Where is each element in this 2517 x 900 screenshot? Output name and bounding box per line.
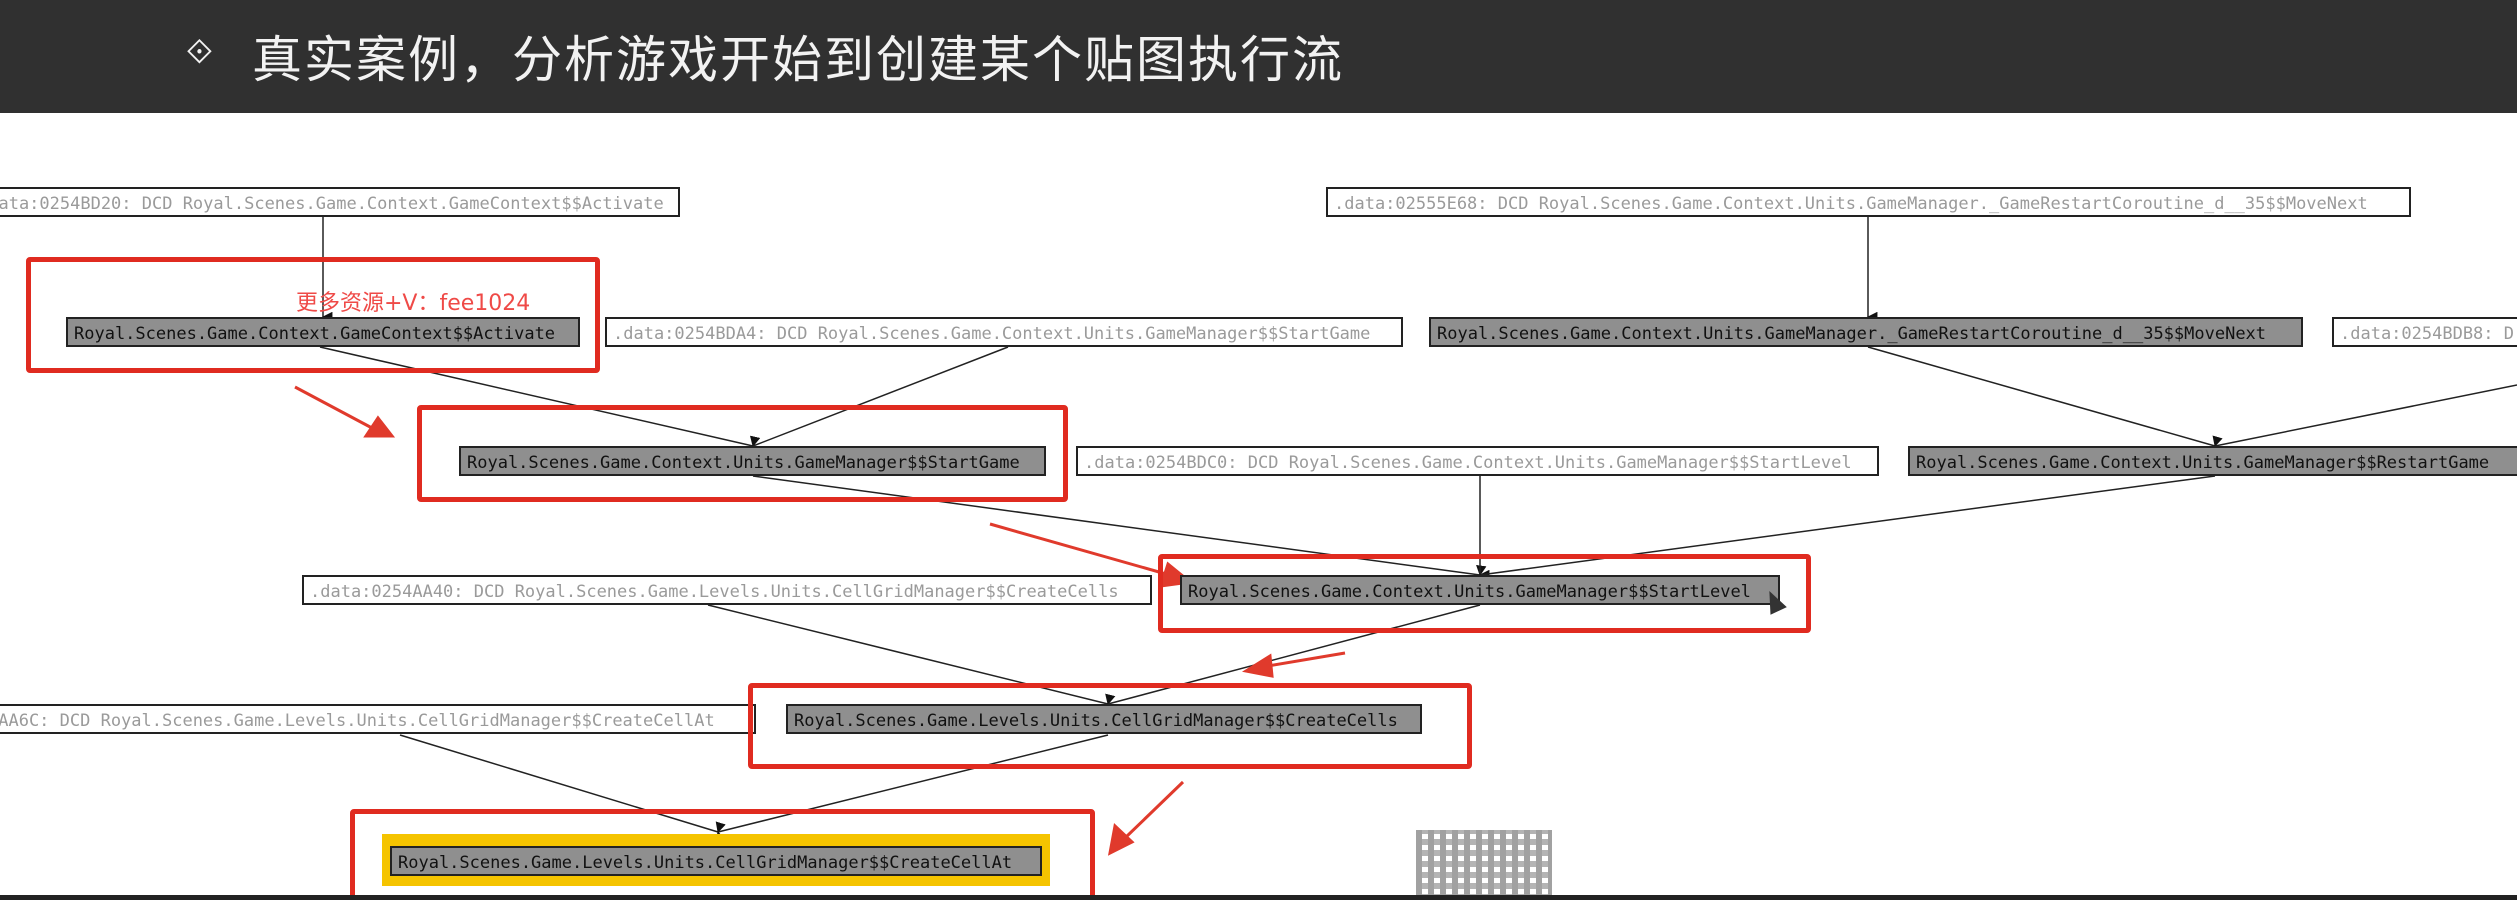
xref-node-createcells[interactable]: .data:0254AA40: DCD Royal.Scenes.Game.Le…: [302, 575, 1152, 605]
annotation-arrow: [1267, 651, 1346, 668]
edge: [1867, 346, 2223, 448]
annotation-arrow: [294, 385, 373, 430]
function-node-restartgame[interactable]: Royal.Scenes.Game.Context.Units.GameMana…: [1908, 446, 2517, 476]
xref-node-restart-coroutine[interactable]: .data:02555E68: DCD Royal.Scenes.Game.Co…: [1326, 187, 2411, 217]
annotation-arrow: [989, 522, 1167, 576]
function-node-startlevel[interactable]: Royal.Scenes.Game.Context.Units.GameMana…: [1180, 575, 1780, 605]
annotation-arrow: [1123, 780, 1185, 840]
function-node-restart-coroutine[interactable]: Royal.Scenes.Game.Context.Units.GameMana…: [1429, 317, 2303, 347]
function-node-createcellat[interactable]: Royal.Scenes.Game.Levels.Units.CellGridM…: [390, 846, 1042, 876]
xref-node-createcellat[interactable]: 4AA6C: DCD Royal.Scenes.Game.Levels.Unit…: [0, 704, 756, 734]
xref-node-startgame[interactable]: .data:0254BDA4: DCD Royal.Scenes.Game.Co…: [605, 317, 1403, 347]
xref-node-activate[interactable]: .data:0254BD20: DCD Royal.Scenes.Game.Co…: [0, 187, 680, 217]
edge: [2211, 384, 2517, 457]
function-node-activate[interactable]: Royal.Scenes.Game.Context.GameContext$$A…: [66, 317, 580, 347]
xref-node-restartgame[interactable]: .data:0254BDB8: D: [2332, 317, 2517, 347]
bottom-edge: [0, 895, 2517, 900]
function-node-createcells[interactable]: Royal.Scenes.Game.Levels.Units.CellGridM…: [786, 704, 1422, 734]
qr-code-icon: [1416, 830, 1552, 900]
annotation-arrowhead: [1107, 823, 1135, 856]
watermark-text: 更多资源+V：fee1024: [296, 291, 531, 316]
xref-node-startlevel[interactable]: .data:0254BDC0: DCD Royal.Scenes.Game.Co…: [1076, 446, 1879, 476]
function-node-startgame[interactable]: Royal.Scenes.Game.Context.Units.GameMana…: [459, 446, 1046, 476]
